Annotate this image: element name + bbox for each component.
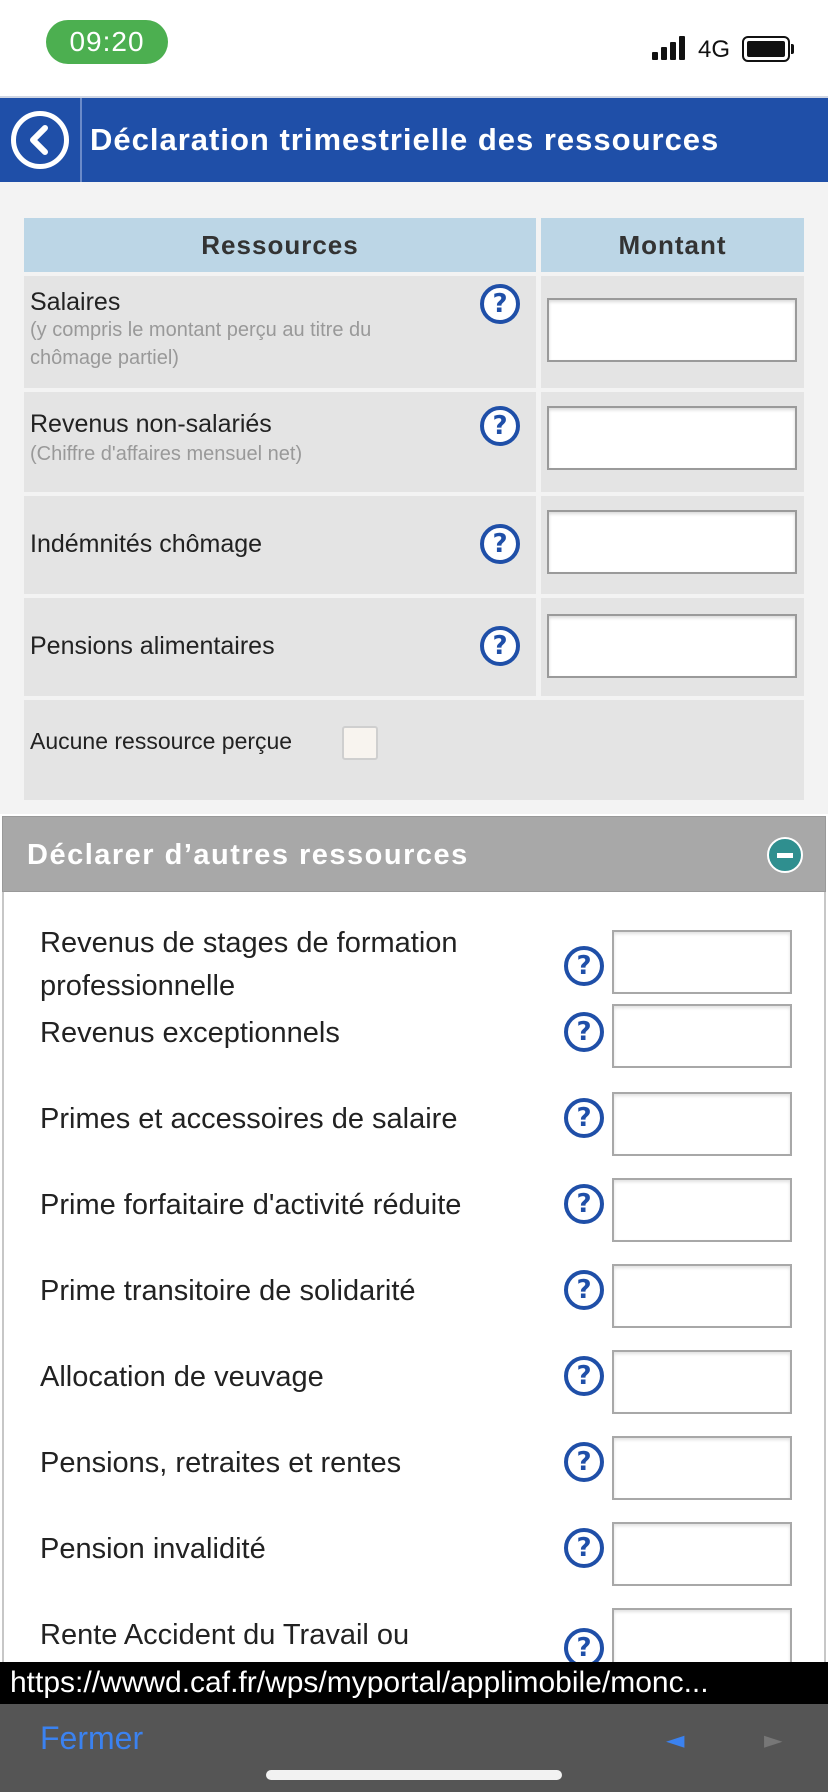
list-item: Pensions, retraites et rentes ?: [4, 1436, 824, 1522]
no-resource-row: Aucune ressource perçue: [24, 700, 804, 800]
other-resources-title: Déclarer d’autres ressources: [27, 839, 469, 871]
amount-cell: [541, 598, 804, 696]
help-icon[interactable]: ?: [480, 524, 520, 564]
other-resource-label: Rente Accident du Travail ou: [40, 1619, 410, 1651]
prime-forfaitaire-amount-input[interactable]: [612, 1178, 792, 1242]
status-time: 09:20: [46, 20, 168, 64]
rente-accident-amount-input[interactable]: [612, 1608, 792, 1662]
app-header: Déclaration trimestrielle des ressources: [0, 96, 828, 182]
prime-transitoire-amount-input[interactable]: [612, 1264, 792, 1328]
no-resource-checkbox[interactable]: [342, 726, 378, 760]
table-row: Pensions alimentaires ?: [24, 598, 804, 696]
cellular-signal-icon: [652, 36, 688, 60]
amount-cell: [541, 392, 804, 492]
battery-icon: [742, 36, 790, 62]
resource-cell: Revenus non-salariés (Chiffre d'affaires…: [24, 392, 536, 492]
resources-table: Ressources Montant Salaires (y compris l…: [24, 218, 804, 800]
column-header-resources: Ressources: [24, 218, 536, 272]
primes-accessoires-amount-input[interactable]: [612, 1092, 792, 1156]
page-title: Déclaration trimestrielle des ressources: [90, 122, 720, 157]
help-icon[interactable]: ?: [564, 1184, 604, 1224]
battery-tip: [791, 44, 794, 54]
chevron-left-circle-icon: [11, 111, 69, 169]
help-icon[interactable]: ?: [564, 1442, 604, 1482]
help-icon[interactable]: ?: [564, 1098, 604, 1138]
close-button[interactable]: Fermer: [40, 1720, 143, 1757]
help-icon[interactable]: ?: [564, 1628, 604, 1662]
help-icon[interactable]: ?: [480, 406, 520, 446]
stages-formation-amount-input[interactable]: [612, 930, 792, 994]
no-resource-label: Aucune ressource perçue: [30, 728, 293, 754]
other-resource-label: Primes et accessoires de salaire: [40, 1103, 458, 1135]
network-type: 4G: [698, 36, 731, 63]
other-resource-label: Prime transitoire de solidarité: [40, 1275, 416, 1307]
allocation-veuvage-amount-input[interactable]: [612, 1350, 792, 1414]
amount-cell: [541, 276, 804, 388]
browser-toolbar: Fermer ◄ ►: [0, 1704, 828, 1792]
back-arrow-icon[interactable]: ◄: [666, 1726, 684, 1754]
other-resources-panel: Revenus de stages de formation professio…: [2, 892, 826, 1662]
home-indicator: [266, 1770, 562, 1780]
help-icon[interactable]: ?: [564, 1012, 604, 1052]
resource-cell: Salaires (y compris le montant perçu au …: [24, 276, 536, 388]
other-resource-label: Revenus exceptionnels: [40, 1017, 340, 1049]
list-item: Revenus exceptionnels ?: [4, 1004, 824, 1092]
list-item: Pension invalidité ?: [4, 1522, 824, 1608]
help-icon[interactable]: ?: [564, 1356, 604, 1396]
status-bar: 09:20 4G: [0, 0, 828, 96]
resource-cell: Pensions alimentaires ?: [24, 598, 536, 696]
resource-label: Pensions alimentaires: [30, 632, 275, 660]
table-header: Ressources Montant: [24, 218, 804, 272]
table-row: Revenus non-salariés (Chiffre d'affaires…: [24, 392, 804, 492]
forward-arrow-icon[interactable]: ►: [764, 1726, 782, 1754]
pensions-retraites-amount-input[interactable]: [612, 1436, 792, 1500]
resource-cell: Indémnités chômage ?: [24, 496, 536, 594]
resources-section: Ressources Montant Salaires (y compris l…: [0, 182, 828, 814]
resource-label: Indémnités chômage: [30, 530, 263, 558]
resource-sublabel: (y compris le montant perçu au titre du …: [30, 319, 372, 369]
list-item: Allocation de veuvage ?: [4, 1350, 824, 1436]
pensions-alimentaires-amount-input[interactable]: [547, 614, 797, 678]
revenus-exceptionnels-amount-input[interactable]: [612, 1004, 792, 1068]
help-icon[interactable]: ?: [564, 946, 604, 986]
list-item: Rente Accident du Travail ou ?: [4, 1608, 824, 1662]
minus-circle-icon[interactable]: [767, 837, 803, 873]
resource-label: Salaires: [30, 288, 121, 316]
other-resources-toggle[interactable]: Déclarer d’autres ressources: [2, 816, 826, 892]
amount-cell: [541, 496, 804, 594]
table-row: Salaires (y compris le montant perçu au …: [24, 276, 804, 388]
other-resource-label: Revenus de stages de formation professio…: [40, 927, 458, 1002]
indemnites-chomage-amount-input[interactable]: [547, 510, 797, 574]
column-header-amount: Montant: [541, 218, 804, 272]
help-icon[interactable]: ?: [564, 1528, 604, 1568]
resource-label: Revenus non-salariés: [30, 410, 272, 438]
other-resource-label: Prime forfaitaire d'activité réduite: [40, 1189, 462, 1221]
list-item: Prime transitoire de solidarité ?: [4, 1264, 824, 1350]
pension-invalidite-amount-input[interactable]: [612, 1522, 792, 1586]
list-item: Revenus de stages de formation professio…: [4, 922, 824, 1012]
list-item: Primes et accessoires de salaire ?: [4, 1092, 824, 1178]
help-icon[interactable]: ?: [480, 284, 520, 324]
back-button[interactable]: [0, 98, 82, 182]
salaires-amount-input[interactable]: [547, 298, 797, 362]
url-bar: https://wwwd.caf.fr/wps/myportal/applimo…: [0, 1662, 828, 1704]
help-icon[interactable]: ?: [564, 1270, 604, 1310]
other-resource-label: Pensions, retraites et rentes: [40, 1447, 402, 1479]
table-row: Indémnités chômage ?: [24, 496, 804, 594]
other-resource-label: Allocation de veuvage: [40, 1361, 324, 1393]
help-icon[interactable]: ?: [480, 626, 520, 666]
list-item: Prime forfaitaire d'activité réduite ?: [4, 1178, 824, 1264]
resource-sublabel: (Chiffre d'affaires mensuel net): [30, 443, 303, 465]
revenus-non-salaries-amount-input[interactable]: [547, 406, 797, 470]
other-resource-label: Pension invalidité: [40, 1533, 266, 1565]
